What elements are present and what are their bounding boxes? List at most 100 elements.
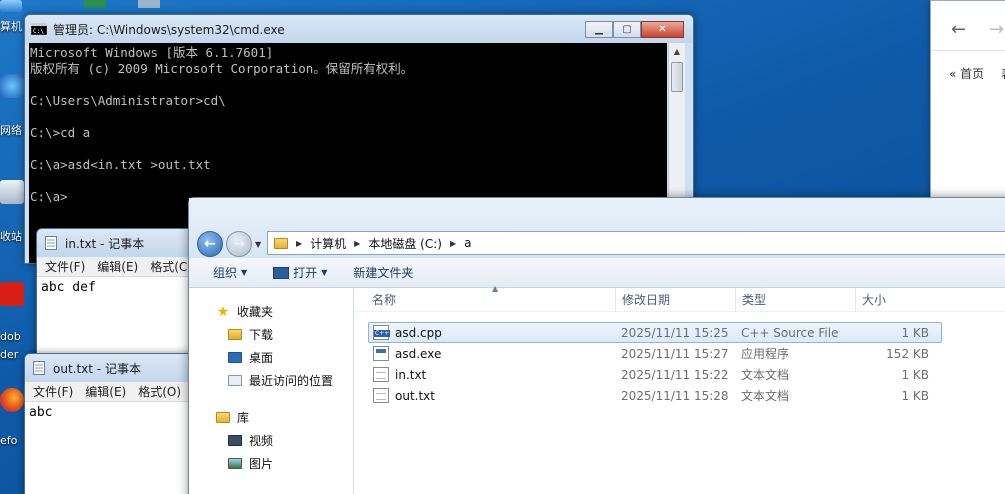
chevron-right-icon[interactable]: ▶ — [354, 239, 360, 248]
nav-recent-label: 最近访问的位置 — [249, 374, 334, 388]
console-line: ​ — [30, 109, 667, 125]
nav-recent[interactable]: 最近访问的位置 — [189, 369, 353, 392]
nav-desktop[interactable]: 桌面 — [189, 346, 353, 369]
sort-ascending-icon: ▲ — [492, 284, 499, 293]
maximize-icon: ▢ — [622, 24, 632, 35]
file-date: 2025/11/11 15:28 — [621, 388, 729, 403]
file-name: asd.exe — [395, 346, 442, 361]
organize-button[interactable]: 组织 ▼ — [213, 264, 247, 281]
navigation-pane: ★ 收藏夹 下载 桌面 最近访问的位置 库 视频 图片 — [189, 288, 354, 494]
library-icon — [215, 411, 231, 424]
text-file-icon — [373, 388, 389, 403]
console-line: ​ — [30, 173, 667, 189]
browser-partial-link[interactable]: 表 — [1001, 65, 1005, 82]
nav-videos[interactable]: 视频 — [189, 429, 353, 452]
recent-places-icon — [227, 374, 243, 387]
file-row[interactable]: in.txt 2025/11/11 15:22 文本文档 1 KB — [368, 364, 942, 385]
close-button[interactable]: ✕ — [641, 21, 684, 38]
menu-format[interactable]: 格式(C — [150, 258, 187, 275]
open-label: 打开 — [293, 266, 318, 280]
nav-libraries[interactable]: 库 — [189, 406, 353, 429]
file-size: 1 KB — [901, 367, 929, 382]
file-type: 文本文档 — [741, 368, 790, 382]
forward-button[interactable]: → — [226, 231, 252, 257]
chevron-down-icon: ▼ — [241, 268, 248, 277]
console-line: C:\>cd a — [30, 125, 91, 140]
open-button[interactable]: 打开 ▼ — [273, 264, 327, 281]
chevron-right-icon[interactable]: ▶ — [450, 239, 456, 248]
address-bar[interactable]: ▶ 计算机 ▶ 本地磁盘 (C:) ▶ a — [267, 231, 1005, 255]
menu-file[interactable]: 文件(F) — [45, 258, 85, 275]
nav-videos-label: 视频 — [249, 434, 274, 448]
nav-pictures[interactable]: 图片 — [189, 452, 353, 475]
cpp-file-icon — [373, 325, 391, 340]
browser-back-button[interactable]: ← — [951, 19, 966, 40]
scroll-up-icon[interactable]: ▲ — [669, 43, 685, 60]
nav-favorites[interactable]: ★ 收藏夹 — [189, 300, 353, 323]
nav-downloads-label: 下载 — [249, 328, 274, 342]
app-icon-gray[interactable] — [138, 0, 160, 8]
file-size: 1 KB — [901, 388, 929, 403]
file-date: 2025/11/11 15:22 — [621, 367, 729, 382]
notepad-out-titlebar[interactable]: out.txt - 记事本 — [25, 354, 203, 382]
new-folder-button[interactable]: 新建文件夹 — [353, 264, 413, 281]
notepad-in-title: in.txt - 记事本 — [65, 236, 145, 251]
breadcrumb-computer[interactable]: 计算机 — [310, 235, 346, 252]
file-type: 文本文档 — [741, 389, 790, 403]
star-icon: ★ — [216, 303, 230, 320]
history-dropdown-icon[interactable]: ▼ — [255, 240, 261, 249]
column-date[interactable]: 修改日期 — [616, 287, 736, 312]
console-line: 版权所有 (c) 2009 Microsoft Corporation。保留所有… — [30, 61, 414, 76]
menu-edit[interactable]: 编辑(E) — [97, 258, 138, 275]
explorer-toolbar: 组织 ▼ 打开 ▼ 新建文件夹 — [189, 258, 1005, 288]
nav-downloads[interactable]: 下载 — [189, 323, 353, 346]
browser-forward-button[interactable]: → — [989, 19, 1004, 40]
column-type[interactable]: 类型 — [736, 287, 856, 312]
breadcrumb-a[interactable]: a — [464, 236, 471, 250]
breadcrumb-local-disk[interactable]: 本地磁盘 (C:) — [368, 235, 442, 252]
browser-toolbar: ← → — [931, 1, 1005, 51]
adobe-reader-icon[interactable] — [0, 282, 26, 306]
notepad-out-window: out.txt - 记事本 文件(F) 编辑(E) 格式(O) abc — [24, 353, 204, 494]
column-name[interactable]: 名称 — [354, 287, 616, 312]
console-line: C:\Users\Administrator>cd\ — [30, 93, 226, 108]
file-list-pane: ▲ 名称 修改日期 类型 大小 asd.cpp 2025/11/11 15:25… — [354, 284, 1005, 494]
notepad-out-text[interactable]: abc — [25, 402, 203, 494]
notepad-in-menubar: 文件(F) 编辑(E) 格式(C — [37, 257, 205, 277]
folder-icon — [274, 237, 288, 249]
column-size[interactable]: 大小 — [856, 288, 936, 312]
computer-desktop-label: 算机 — [0, 20, 22, 33]
cmd-title: 管理员: C:\Windows\system32\cmd.exe — [53, 22, 285, 37]
file-name: out.txt — [395, 388, 435, 403]
computer-desktop-icon[interactable] — [0, 0, 26, 12]
menu-format[interactable]: 格式(O) — [138, 383, 181, 400]
explorer-body: ★ 收藏夹 下载 桌面 最近访问的位置 库 视频 图片 ▲ 名称 修改日期 类型… — [189, 284, 1005, 494]
chevron-right-icon[interactable]: ▶ — [296, 239, 302, 248]
file-date: 2025/11/11 15:25 — [621, 325, 729, 340]
notepad-icon — [43, 236, 59, 250]
back-arrow-icon: ← — [204, 236, 216, 252]
firefox-icon[interactable] — [0, 388, 26, 412]
chevron-down-icon: ▼ — [321, 268, 328, 277]
browser-home-link[interactable]: « 首页 — [949, 65, 984, 82]
scroll-thumb[interactable] — [671, 62, 683, 92]
back-button[interactable]: ← — [197, 231, 223, 257]
maximize-button[interactable]: ▢ — [613, 21, 641, 38]
menu-edit[interactable]: 编辑(E) — [85, 383, 126, 400]
file-name: in.txt — [395, 367, 427, 382]
desktop-icon — [227, 351, 243, 364]
app-icon-green[interactable] — [84, 0, 106, 8]
file-row[interactable]: out.txt 2025/11/11 15:28 文本文档 1 KB — [368, 385, 942, 406]
file-row[interactable]: asd.exe 2025/11/11 15:27 应用程序 152 KB — [368, 343, 942, 364]
minimize-button[interactable]: ▁ — [585, 21, 613, 38]
file-row[interactable]: asd.cpp 2025/11/11 15:25 C++ Source File… — [368, 322, 942, 343]
notepad-in-titlebar[interactable]: in.txt - 记事本 — [37, 229, 205, 257]
network-desktop-icon[interactable] — [0, 74, 26, 98]
notepad-icon — [31, 361, 47, 375]
video-icon — [227, 434, 243, 447]
picture-icon — [227, 457, 243, 470]
recycle-bin-icon[interactable] — [0, 180, 26, 204]
menu-file[interactable]: 文件(F) — [33, 383, 73, 400]
column-headers: ▲ 名称 修改日期 类型 大小 — [354, 284, 1005, 312]
file-size: 1 KB — [901, 325, 929, 340]
